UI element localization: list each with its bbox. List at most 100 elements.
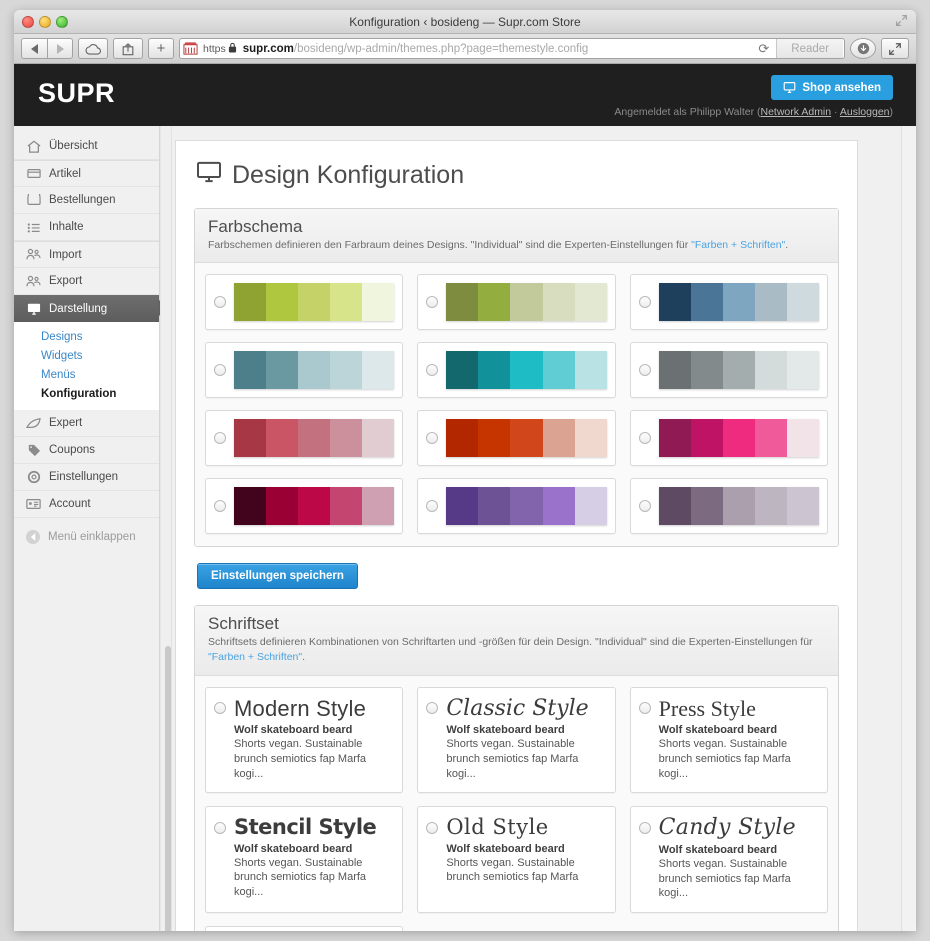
color-swatch xyxy=(510,487,543,526)
icloud-tabs-button[interactable] xyxy=(78,38,108,59)
fullscreen-button[interactable] xyxy=(881,38,909,59)
sidebar-item-einstellungen[interactable]: Einstellungen xyxy=(14,464,159,491)
font-set-card[interactable]: Press Style Wolf skateboard beard Shorts v… xyxy=(629,686,828,794)
font-set-card[interactable]: IndividualWolf skateboard beardShorts ve… xyxy=(205,926,404,931)
forward-button[interactable] xyxy=(47,38,73,59)
color-swatch xyxy=(298,419,331,458)
color-scheme-radio[interactable] xyxy=(638,364,651,377)
address-bar[interactable]: https supr.com/bosideng/wp-admin/themes.… xyxy=(179,38,845,59)
color-scheme-card[interactable] xyxy=(205,410,404,467)
home-icon xyxy=(26,139,41,153)
color-scheme-card[interactable] xyxy=(205,342,404,399)
font-set-radio[interactable] xyxy=(638,822,651,835)
save-settings-button[interactable]: Einstellungen speichern xyxy=(197,563,358,590)
font-set-card[interactable]: Stencil Style Wolf skateboard beard Shorts… xyxy=(205,806,404,914)
color-scheme-card[interactable] xyxy=(417,410,616,467)
color-scheme-card[interactable] xyxy=(629,478,828,535)
color-scheme-radio[interactable] xyxy=(426,500,439,513)
color-scheme-radio[interactable] xyxy=(426,364,439,377)
inner-scrollbar-thumb[interactable] xyxy=(165,646,171,931)
color-swatch-strip xyxy=(234,419,395,458)
color-swatch xyxy=(266,419,299,458)
font-set-radio[interactable] xyxy=(214,821,226,834)
color-scheme-card[interactable] xyxy=(417,478,616,535)
font-set-radio[interactable] xyxy=(214,702,226,715)
sidebar-item-import[interactable]: Import xyxy=(14,241,159,268)
minimize-window-button[interactable] xyxy=(39,16,51,28)
font-set-radio[interactable] xyxy=(426,702,439,715)
new-tab-button[interactable]: + xyxy=(148,38,174,59)
sidebar-subitem-menues[interactable]: Menüs xyxy=(14,365,159,384)
collapse-menu-button[interactable]: Menü einklappen xyxy=(14,523,159,550)
feather-icon xyxy=(26,416,41,430)
login-status: Angemeldet als Philipp Walter (Network A… xyxy=(614,106,893,118)
sidebar-item-artikel[interactable]: Artikel xyxy=(14,160,159,187)
sidebar-label: Account xyxy=(49,498,91,510)
color-scheme-radio[interactable] xyxy=(638,500,651,513)
color-scheme-card[interactable] xyxy=(629,274,828,331)
font-set-header: Classic Style xyxy=(426,696,604,721)
color-scheme-grid xyxy=(205,274,828,535)
color-scheme-card[interactable] xyxy=(417,342,616,399)
browser-window: Konfiguration ‹ bosideng — Supr.com Stor… xyxy=(14,10,916,931)
shop-ansehen-button[interactable]: Shop ansehen xyxy=(771,75,893,100)
login-suffix: ) xyxy=(889,106,894,118)
sidebar-subitem-designs[interactable]: Designs xyxy=(14,327,159,346)
sidebar-item-darstellung[interactable]: Darstellung xyxy=(14,295,167,322)
sidebar-item-bestellungen[interactable]: Bestellungen xyxy=(14,187,159,214)
sidebar-item-account[interactable]: Account xyxy=(14,491,159,518)
logout-link[interactable]: Ausloggen xyxy=(840,106,890,118)
color-scheme-radio[interactable] xyxy=(214,432,226,445)
color-swatch xyxy=(754,283,787,322)
sidebar-item-inhalte[interactable]: Inhalte xyxy=(14,214,159,241)
zoom-window-button[interactable] xyxy=(56,16,68,28)
gear-icon xyxy=(26,470,41,484)
downloads-button[interactable] xyxy=(850,38,876,59)
close-window-button[interactable] xyxy=(22,16,34,28)
farben-schriften-link[interactable]: "Farben + Schriften" xyxy=(208,651,302,663)
font-set-sample: Wolf skateboard beard Shorts vegan. Susta… xyxy=(659,724,817,782)
network-admin-link[interactable]: Network Admin xyxy=(761,106,832,118)
color-swatch xyxy=(362,351,395,390)
color-scheme-card[interactable] xyxy=(629,342,828,399)
sidebar-item-export[interactable]: Export xyxy=(14,268,159,295)
inner-scrollbar-track[interactable] xyxy=(164,126,172,931)
color-scheme-radio[interactable] xyxy=(214,500,226,513)
color-swatch xyxy=(574,283,607,322)
font-set-card[interactable]: Candy Style Wolf skateboard beard Shorts v… xyxy=(629,806,828,914)
color-swatch-strip xyxy=(658,419,819,458)
color-swatch xyxy=(234,419,267,458)
color-scheme-radio[interactable] xyxy=(638,296,651,309)
color-scheme-radio[interactable] xyxy=(214,364,226,377)
fullscreen-icon xyxy=(889,42,901,55)
sidebar-item-expert[interactable]: Expert xyxy=(14,410,159,437)
reload-icon[interactable]: ⟳ xyxy=(751,41,776,57)
font-set-card[interactable]: Old Style Wolf skateboard beard Shorts veg… xyxy=(417,806,616,914)
share-button[interactable] xyxy=(113,38,143,59)
font-set-name: Modern Style xyxy=(234,695,367,721)
color-scheme-radio[interactable] xyxy=(214,296,226,309)
sidebar-subitem-widgets[interactable]: Widgets xyxy=(14,346,159,365)
desc-part-2: . xyxy=(302,651,306,664)
font-set-radio[interactable] xyxy=(426,821,439,834)
page-body: Übersicht Artikel Bestellungen Inhalte I… xyxy=(14,126,916,931)
expand-icon[interactable] xyxy=(895,14,908,27)
back-button[interactable] xyxy=(21,38,47,59)
color-scheme-radio[interactable] xyxy=(638,432,651,445)
color-scheme-card[interactable] xyxy=(205,478,404,535)
sidebar-subitem-konfiguration[interactable]: Konfiguration xyxy=(14,384,159,403)
font-set-card[interactable]: Classic Style Wolf skateboard beard Shorts… xyxy=(417,686,616,794)
sidebar-item-uebersicht[interactable]: Übersicht xyxy=(14,133,159,160)
color-scheme-card[interactable] xyxy=(417,274,616,331)
color-scheme-radio[interactable] xyxy=(426,432,439,445)
font-set-card[interactable]: Modern Style Wolf skateboard beard Shorts … xyxy=(205,686,404,794)
page-scrollbar-track[interactable] xyxy=(901,126,916,931)
color-scheme-card[interactable] xyxy=(629,410,828,467)
font-set-radio[interactable] xyxy=(638,702,651,715)
color-swatch xyxy=(298,487,331,526)
reader-button[interactable]: Reader xyxy=(776,39,843,58)
color-scheme-card[interactable] xyxy=(205,274,404,331)
sidebar-item-coupons[interactable]: Coupons xyxy=(14,437,159,464)
farben-schriften-link[interactable]: "Farben + Schriften" xyxy=(691,239,785,251)
color-scheme-radio[interactable] xyxy=(426,296,439,309)
